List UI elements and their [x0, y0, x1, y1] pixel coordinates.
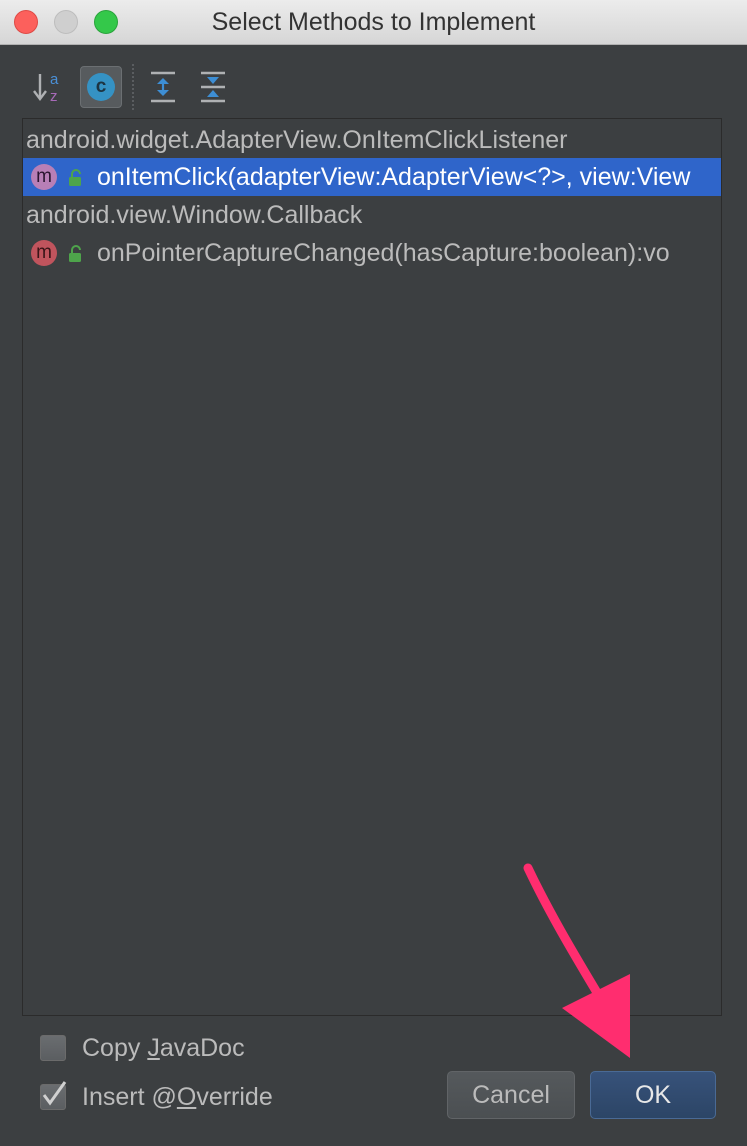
show-classes-icon: c [87, 73, 115, 101]
method-signature: onPointerCaptureChanged(hasCapture:boole… [97, 239, 670, 267]
svg-text:z: z [50, 88, 58, 104]
method-row-onitemclick[interactable]: m onItemClick(adapterView:AdapterView<?>… [23, 158, 721, 196]
insert-override-label[interactable]: Insert @Override [82, 1083, 273, 1112]
cancel-button[interactable]: Cancel [447, 1071, 575, 1119]
tree-group-row[interactable]: android.view.Window.Callback [23, 196, 721, 234]
public-access-icon [69, 245, 81, 262]
show-classes-button[interactable]: c [80, 66, 122, 108]
select-methods-dialog: Select Methods to Implement a z c androi… [0, 0, 747, 1146]
method-icon: m [31, 164, 57, 190]
method-row-onpointercapturechanged[interactable]: m onPointerCaptureChanged(hasCapture:boo… [23, 234, 721, 272]
collapse-all-icon [201, 71, 225, 103]
interface-name: android.widget.AdapterView.OnItemClickLi… [26, 126, 568, 154]
collapse-all-button[interactable] [192, 66, 234, 108]
copy-javadoc-label[interactable]: Copy JavaDoc [82, 1034, 245, 1063]
methods-tree[interactable]: android.widget.AdapterView.OnItemClickLi… [22, 118, 722, 1016]
copy-javadoc-checkbox[interactable] [40, 1035, 66, 1061]
svg-text:a: a [50, 71, 59, 88]
ok-button[interactable]: OK [590, 1071, 716, 1119]
sort-alphabetically-icon: a z [33, 71, 59, 104]
method-signature: onItemClick(adapterView:AdapterView<?>, … [97, 163, 691, 191]
expand-all-button[interactable] [142, 66, 184, 108]
window-title: Select Methods to Implement [211, 8, 536, 36]
checkmark-icon [42, 1081, 67, 1106]
insert-override-checkbox[interactable] [40, 1081, 67, 1110]
sort-alphabetically-button[interactable]: a z [28, 66, 70, 108]
expand-all-icon [151, 71, 175, 103]
tree-toolbar: a z c [28, 62, 248, 112]
public-access-icon [69, 169, 81, 186]
toolbar-separator [132, 64, 134, 110]
tree-group-row[interactable]: android.widget.AdapterView.OnItemClickLi… [23, 121, 721, 159]
interface-name: android.view.Window.Callback [26, 201, 363, 229]
title-bar: Select Methods to Implement [0, 0, 747, 45]
method-icon: m [31, 240, 57, 266]
